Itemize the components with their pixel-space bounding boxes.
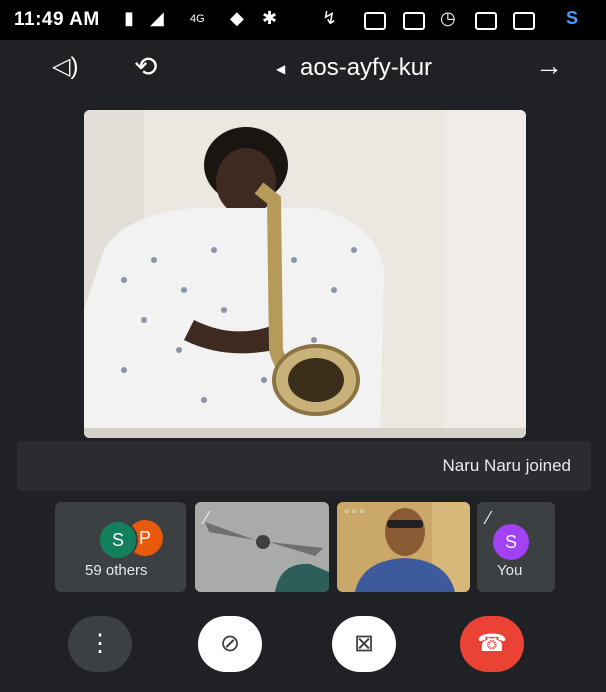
camera-off-icon: ⊠ [353,630,375,657]
join-toast: Naru Naru joined [17,441,591,491]
mic-toggle-button[interactable]: ⊘ [198,616,262,672]
more-options-icon: ⋮ [88,630,112,657]
more-options-button[interactable]: ⋮ [68,616,132,672]
status-time: 11:49 AM [14,9,100,30]
notification-icon [364,12,386,30]
app-notification-icon: S [566,8,579,28]
participant-tile-fan[interactable]: ⁄ [195,502,329,592]
more-dots-icon: ∘∘∘ [343,504,366,518]
saxophone-player-image [84,110,526,438]
avatar-s: S [98,520,138,560]
notification-icon [403,12,425,30]
meeting-code[interactable]: aos-ayfy-kur [300,54,432,82]
caret-icon[interactable]: ◀ [276,62,285,76]
notification-icon: ↯ [322,8,338,28]
notification-icon: ◷ [440,8,456,28]
network-type: 4G [190,13,205,25]
notification-icon [513,12,535,30]
self-tile[interactable]: ⁄ S You [477,502,555,592]
wifi-icon: ◆ [230,8,244,28]
participant-tile-man[interactable]: ∘∘∘ [337,502,470,592]
mic-off-icon: ⁄ [487,508,491,528]
meet-call-screen: 11:49 AM ▮ ◢ 4G ◆ ✱ ↯ ◷ S ◁) ⟲ ◀ aos-ayf… [0,0,606,692]
speaker-icon[interactable]: ◁) [52,52,78,81]
back-arrow-icon[interactable]: → [535,50,563,82]
switch-camera-icon[interactable]: ⟲ [134,50,157,83]
bluetooth-icon: ✱ [262,8,278,28]
end-call-icon: ☎ [477,630,507,657]
others-count-label: 59 others [85,562,148,579]
mic-off-icon: ⁄ [205,508,209,528]
notification-icon [475,12,497,30]
others-tile[interactable]: P S 59 others [55,502,186,592]
main-video-feed[interactable] [84,110,526,438]
ceiling-fan-image [195,502,329,592]
mic-off-icon: ⊘ [219,630,241,657]
end-call-button[interactable]: ☎ [460,616,524,672]
battery-icon: ▮ [124,8,134,28]
camera-toggle-button[interactable]: ⊠ [332,616,396,672]
self-avatar: S [493,524,529,560]
top-bar: ◁) ⟲ ◀ aos-ayfy-kur → [0,40,606,102]
join-toast-text: Naru Naru joined [442,456,571,475]
status-bar: 11:49 AM ▮ ◢ 4G ◆ ✱ ↯ ◷ S [0,0,606,40]
self-label: You [497,562,523,579]
signal-icon: ◢ [150,8,164,28]
